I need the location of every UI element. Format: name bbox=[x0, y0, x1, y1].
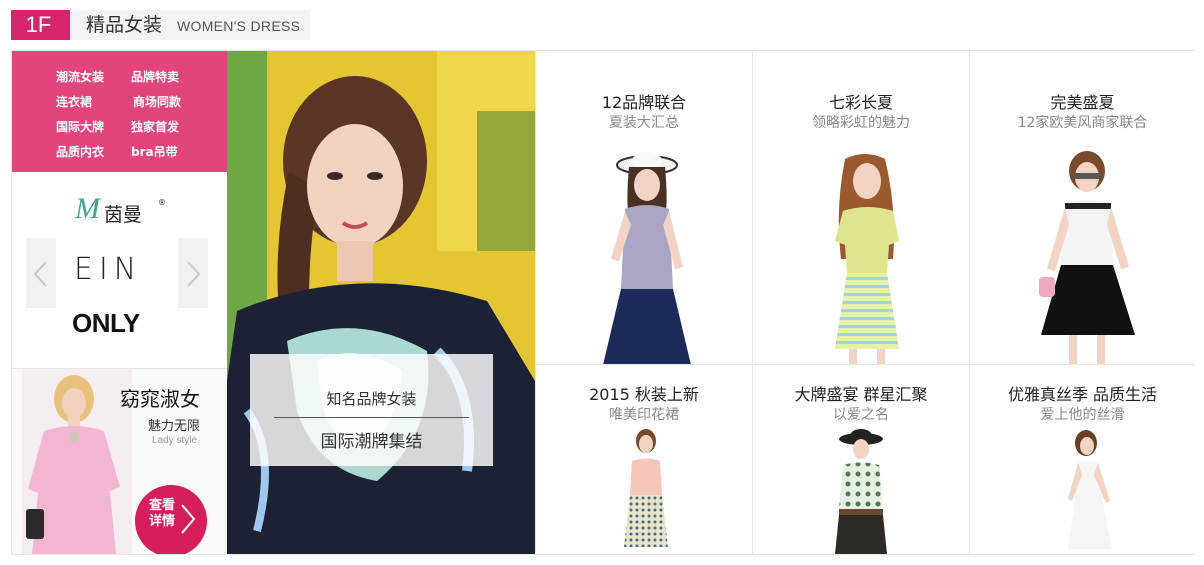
product-image bbox=[624, 429, 668, 547]
product-card[interactable]: 优雅真丝季 品质生活 爱上他的丝滑 bbox=[969, 365, 1195, 554]
carousel-next-button[interactable] bbox=[178, 238, 208, 308]
product-card[interactable]: 12品牌联合 夏装大汇总 bbox=[535, 51, 752, 365]
product-title: 2015 秋装上新 bbox=[589, 385, 699, 404]
promo-subtitle: 魅力无限 bbox=[148, 419, 201, 434]
inman-logo-mark: M bbox=[75, 192, 100, 225]
product-subtitle: 领略彩虹的魅力 bbox=[812, 115, 910, 131]
product-subtitle: 以爱之名 bbox=[833, 407, 889, 423]
hero-model-image bbox=[227, 51, 535, 554]
product-title: 优雅真丝季 品质生活 bbox=[1007, 385, 1158, 404]
product-image bbox=[835, 154, 899, 364]
category-link[interactable]: 独家首发 bbox=[131, 118, 179, 135]
floor-badge: 1F bbox=[11, 10, 76, 40]
product-image bbox=[603, 152, 691, 364]
view-details-label: 查看详情 bbox=[149, 498, 176, 529]
promo-banner[interactable]: 窈窕淑女 魅力无限 Lady style 查看详情 bbox=[12, 369, 227, 554]
product-image bbox=[1039, 151, 1135, 364]
floor-header: 1F 精品女装 WOMEN'S DRESS bbox=[11, 10, 310, 40]
category-link[interactable]: 品质内衣 bbox=[56, 143, 104, 160]
hero-caption-top: 知名品牌女装 bbox=[326, 390, 417, 408]
floor-title-en: WOMEN'S DRESS bbox=[177, 18, 301, 34]
product-subtitle: 唯美印花裙 bbox=[609, 407, 679, 423]
promo-model-image bbox=[22, 369, 132, 554]
product-title: 12品牌联合 bbox=[601, 93, 687, 112]
category-link[interactable]: 潮流女装 bbox=[56, 68, 104, 85]
brand-logo-ein[interactable]: EIN bbox=[74, 252, 142, 287]
hero-caption: 知名品牌女装 国际潮牌集结 bbox=[250, 354, 493, 466]
product-title: 完美盛夏 bbox=[1050, 93, 1115, 112]
inman-logo-text: 茵曼 bbox=[104, 204, 143, 226]
chevron-right-icon bbox=[181, 504, 196, 534]
product-image bbox=[835, 429, 887, 554]
carousel-prev-button[interactable] bbox=[26, 238, 56, 308]
product-card[interactable]: 2015 秋装上新 唯美印花裙 bbox=[535, 365, 752, 554]
chevron-left-icon bbox=[33, 261, 47, 287]
registered-mark: ® bbox=[158, 198, 166, 207]
category-link[interactable]: 商场同款 bbox=[133, 93, 181, 110]
product-subtitle: 爱上他的丝滑 bbox=[1040, 407, 1125, 423]
promo-subtitle-en: Lady style bbox=[152, 435, 198, 446]
category-links: 潮流女装 品牌特卖 连衣裙 商场同款 国际大牌 独家首发 品质内衣 bra吊带 bbox=[12, 51, 227, 172]
product-card[interactable]: 大牌盛宴 群星汇聚 以爱之名 bbox=[752, 365, 969, 554]
category-link[interactable]: 品牌特卖 bbox=[131, 68, 179, 85]
product-title: 大牌盛宴 群星汇聚 bbox=[794, 385, 928, 404]
hero-caption-bottom: 国际潮牌集结 bbox=[320, 432, 423, 452]
view-details-button[interactable]: 查看详情 bbox=[135, 485, 207, 554]
left-column: 潮流女装 品牌特卖 连衣裙 商场同款 国际大牌 独家首发 品质内衣 bra吊带 … bbox=[12, 51, 227, 554]
floor-grid: 潮流女装 品牌特卖 连衣裙 商场同款 国际大牌 独家首发 品质内衣 bra吊带 … bbox=[11, 50, 1195, 555]
chevron-right-icon bbox=[187, 261, 201, 287]
product-title: 七彩长夏 bbox=[828, 93, 893, 112]
brand-logo-only[interactable]: ONLY bbox=[72, 308, 140, 339]
promo-title: 窈窕淑女 bbox=[120, 387, 200, 411]
divider bbox=[274, 417, 469, 418]
category-link[interactable]: bra吊带 bbox=[131, 143, 178, 160]
product-subtitle: 12家欧美风商家联合 bbox=[1017, 115, 1148, 131]
category-link[interactable]: 国际大牌 bbox=[56, 118, 104, 135]
brand-carousel: M 茵曼 ® EIN ONLY bbox=[12, 172, 227, 369]
hero-banner[interactable]: 知名品牌女装 国际潮牌集结 bbox=[227, 51, 535, 554]
product-subtitle: 夏装大汇总 bbox=[609, 115, 679, 131]
product-image bbox=[1068, 430, 1112, 549]
category-link[interactable]: 连衣裙 bbox=[56, 93, 92, 110]
product-card[interactable]: 七彩长夏 领略彩虹的魅力 bbox=[752, 51, 969, 365]
floor-title: 精品女装 bbox=[86, 14, 163, 36]
product-card[interactable]: 完美盛夏 12家欧美风商家联合 bbox=[969, 51, 1195, 365]
